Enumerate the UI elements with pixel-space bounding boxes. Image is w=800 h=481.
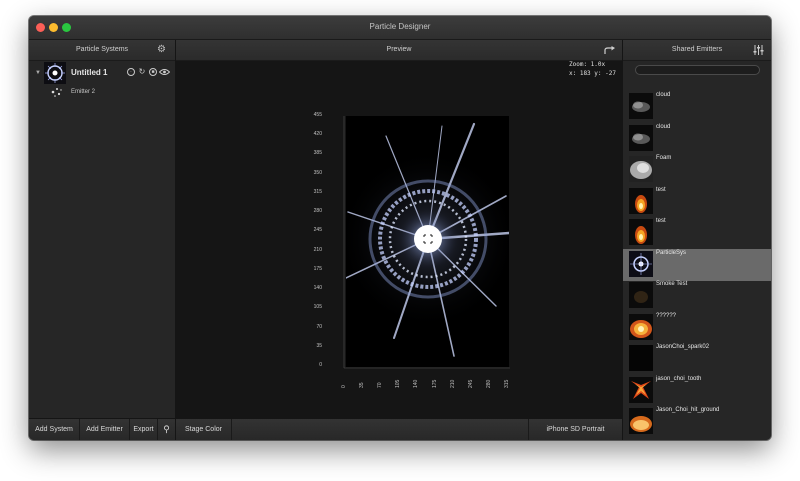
shared-emitter-label: ?????? xyxy=(656,312,677,319)
emitter-thumbnail-icon xyxy=(629,250,653,277)
export-button[interactable]: Export xyxy=(130,419,158,440)
shared-emitter-label: cloud xyxy=(656,92,671,98)
shared-emitter-item[interactable]: ?????? xyxy=(623,312,771,344)
shared-emitters-panel: Shared Emitters cloud cloud Foam test test Pa… xyxy=(622,40,771,440)
emitter-thumbnail-icon xyxy=(629,93,653,119)
shared-emitter-label: Foam xyxy=(656,155,672,161)
shared-emitter-item[interactable]: test xyxy=(623,217,771,249)
emitter-thumbnail-icon xyxy=(629,219,653,245)
emitter-thumbnail-icon xyxy=(629,408,653,434)
preview-stage[interactable] xyxy=(346,116,509,367)
emitter-thumbnail-icon xyxy=(629,156,653,182)
emitter-name[interactable]: Emitter 2 xyxy=(71,89,95,95)
particle-systems-header: Particle Systems ⚙ xyxy=(29,40,175,61)
magnifier-icon[interactable]: ⚲ xyxy=(158,419,175,440)
shared-emitters-header: Shared Emitters xyxy=(623,40,771,61)
window-title: Particle Designer xyxy=(369,22,431,31)
title-bar: Particle Designer xyxy=(29,16,771,40)
shared-emitter-label: ParticleSys xyxy=(656,249,687,256)
shared-emitter-item[interactable]: test xyxy=(623,186,771,218)
shared-emitter-label: Smoke Test xyxy=(656,281,688,287)
target-icon[interactable]: · xyxy=(127,68,135,76)
shared-emitter-item[interactable]: cloud xyxy=(623,123,771,155)
disclosure-triangle-icon[interactable]: ▼ xyxy=(35,70,41,76)
shared-emitter-label: cloud xyxy=(656,123,671,130)
particle-systems-title: Particle Systems xyxy=(75,46,129,53)
preview-panel: Preview Zoom: 1.0x x: 183 y: -27 455 420 3… xyxy=(176,40,622,440)
add-system-button[interactable]: Add System xyxy=(29,419,80,440)
eye-icon[interactable] xyxy=(159,68,170,76)
emitter-search-input[interactable] xyxy=(635,65,760,75)
shared-emitter-item[interactable]: Smoke Test xyxy=(623,280,771,312)
system-name[interactable]: Untitled 1 xyxy=(71,68,107,77)
shared-emitter-label: Jason_Choi_hit_ground xyxy=(656,407,720,413)
preview-bottom-bar: Stage Color iPhone SD Portrait xyxy=(176,418,622,440)
shared-emitters-title: Shared Emitters xyxy=(671,46,723,53)
shared-emitter-item[interactable]: Foam xyxy=(623,154,771,186)
shared-emitter-item[interactable]: cloud xyxy=(623,91,771,123)
stop-icon[interactable]: ■ xyxy=(149,68,157,76)
filter-sliders-icon[interactable] xyxy=(753,45,764,55)
shared-emitter-item[interactable]: ParticleSys xyxy=(623,248,771,281)
shared-emitter-label: JasonChoi_spark02 xyxy=(656,344,710,350)
emitter-thumbnail-icon xyxy=(629,313,653,340)
emitter-thumbnail-icon xyxy=(629,187,653,214)
shared-emitter-label: test xyxy=(656,218,666,224)
emitter-thumbnail-icon xyxy=(629,345,653,371)
shared-emitter-item[interactable]: JasonChoi_spark02 xyxy=(623,343,771,375)
particle-systems-panel: Particle Systems ⚙ ▼ Untitled 1 · ↻ ■ Em… xyxy=(29,40,176,440)
stage-color-button[interactable]: Stage Color xyxy=(176,419,232,440)
left-bottom-bar: Add System Add Emitter Export ⚲ xyxy=(29,418,175,440)
emitter-thumbnail-icon xyxy=(629,282,653,308)
system-thumbnail-icon[interactable] xyxy=(44,62,66,84)
shared-emitter-item[interactable]: Jason_Choi_hit_ground xyxy=(623,406,771,438)
refresh-icon[interactable]: ↻ xyxy=(138,68,146,76)
particle-burst-preview xyxy=(346,122,509,357)
add-emitter-button[interactable]: Add Emitter xyxy=(80,419,130,440)
shared-emitter-item[interactable]: jason_choi_tooth xyxy=(623,375,771,407)
shared-emitter-label: test xyxy=(656,186,666,193)
device-select[interactable]: iPhone SD Portrait xyxy=(528,419,622,440)
shared-emitter-label: jason_choi_tooth xyxy=(656,375,702,382)
emitter-thumbnail-icon xyxy=(629,124,653,151)
app-window: Particle Designer Particle Systems ⚙ ▼ U… xyxy=(29,16,771,440)
emitter-thumbnail-icon xyxy=(629,376,653,403)
gear-icon[interactable]: ⚙ xyxy=(157,40,166,60)
emitter-icon xyxy=(51,88,62,97)
